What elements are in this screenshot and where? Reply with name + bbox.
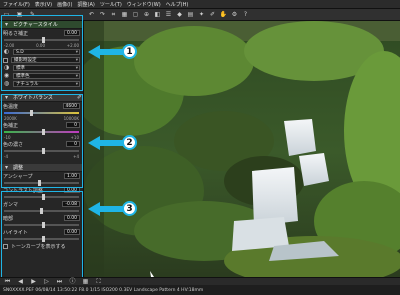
rotate-left-icon[interactable]: ↶ bbox=[88, 11, 95, 18]
eyedropper-icon[interactable]: ✐ bbox=[209, 11, 216, 18]
callout-1: 1 bbox=[88, 44, 137, 59]
rotate-right-icon[interactable]: ↷ bbox=[99, 11, 106, 18]
compare-icon[interactable]: ◧ bbox=[154, 11, 161, 18]
first-icon[interactable]: ⏮ bbox=[4, 278, 11, 285]
info-icon[interactable]: ⓘ bbox=[69, 278, 76, 285]
menu-image[interactable]: 画像(I) bbox=[57, 1, 72, 8]
highlight-frame-1 bbox=[1, 15, 83, 91]
callout-2-label: 2 bbox=[122, 135, 137, 150]
menu-bar: ファイル(F) 表示(V) 画像(I) 調整(A) ツール(T) ウィンドウ(W… bbox=[0, 0, 400, 9]
menu-view[interactable]: 表示(V) bbox=[35, 1, 52, 8]
bottom-toolbar: ⏮ ◀ ▶ ▷ ⏭ ⓘ ▦ ⛶ bbox=[0, 277, 400, 285]
grid-icon[interactable]: ▦ bbox=[121, 11, 128, 18]
hand-icon[interactable]: ✋ bbox=[220, 11, 227, 18]
last-icon[interactable]: ⏭ bbox=[56, 278, 63, 285]
menu-adjust[interactable]: 調整(A) bbox=[78, 1, 95, 8]
crop-icon[interactable]: ⌗ bbox=[110, 11, 117, 18]
tag-icon[interactable]: ◆ bbox=[176, 11, 183, 18]
star-icon[interactable]: ✦ bbox=[198, 11, 205, 18]
grid-view-icon[interactable]: ▦ bbox=[82, 278, 89, 285]
callout-3: 3 bbox=[88, 201, 137, 216]
highlight-frame-2 bbox=[1, 94, 83, 188]
callout-3-label: 3 bbox=[122, 201, 137, 216]
callout-2: 2 bbox=[88, 135, 137, 150]
fullscreen-icon[interactable]: ⛶ bbox=[95, 278, 102, 285]
status-text: SN0XXXX.PEF 06/08/14 13:50:22 F8.0 1/15 … bbox=[3, 287, 204, 293]
gear-icon[interactable]: ⚙ bbox=[231, 11, 238, 18]
zoom-icon[interactable]: ⊕ bbox=[143, 11, 150, 18]
image-viewer[interactable] bbox=[84, 21, 400, 283]
next-icon[interactable]: ▷ bbox=[43, 278, 50, 285]
waterfall-photo bbox=[84, 21, 400, 283]
list-icon[interactable]: ☰ bbox=[165, 11, 172, 18]
menu-help[interactable]: ヘルプ(H) bbox=[166, 1, 189, 8]
menu-file[interactable]: ファイル(F) bbox=[3, 1, 30, 8]
fit-icon[interactable]: ▢ bbox=[132, 11, 139, 18]
save-icon[interactable]: ▤ bbox=[187, 11, 194, 18]
menu-window[interactable]: ウィンドウ(W) bbox=[127, 1, 161, 8]
callout-1-label: 1 bbox=[122, 44, 137, 59]
prev-icon[interactable]: ◀ bbox=[17, 278, 24, 285]
help-icon[interactable]: ? bbox=[242, 11, 249, 18]
status-bar: SN0XXXX.PEF 06/08/14 13:50:22 F8.0 1/15 … bbox=[0, 285, 400, 295]
highlight-frame-3 bbox=[1, 191, 83, 284]
menu-tools[interactable]: ツール(T) bbox=[100, 1, 122, 8]
play-icon[interactable]: ▶ bbox=[30, 278, 37, 285]
